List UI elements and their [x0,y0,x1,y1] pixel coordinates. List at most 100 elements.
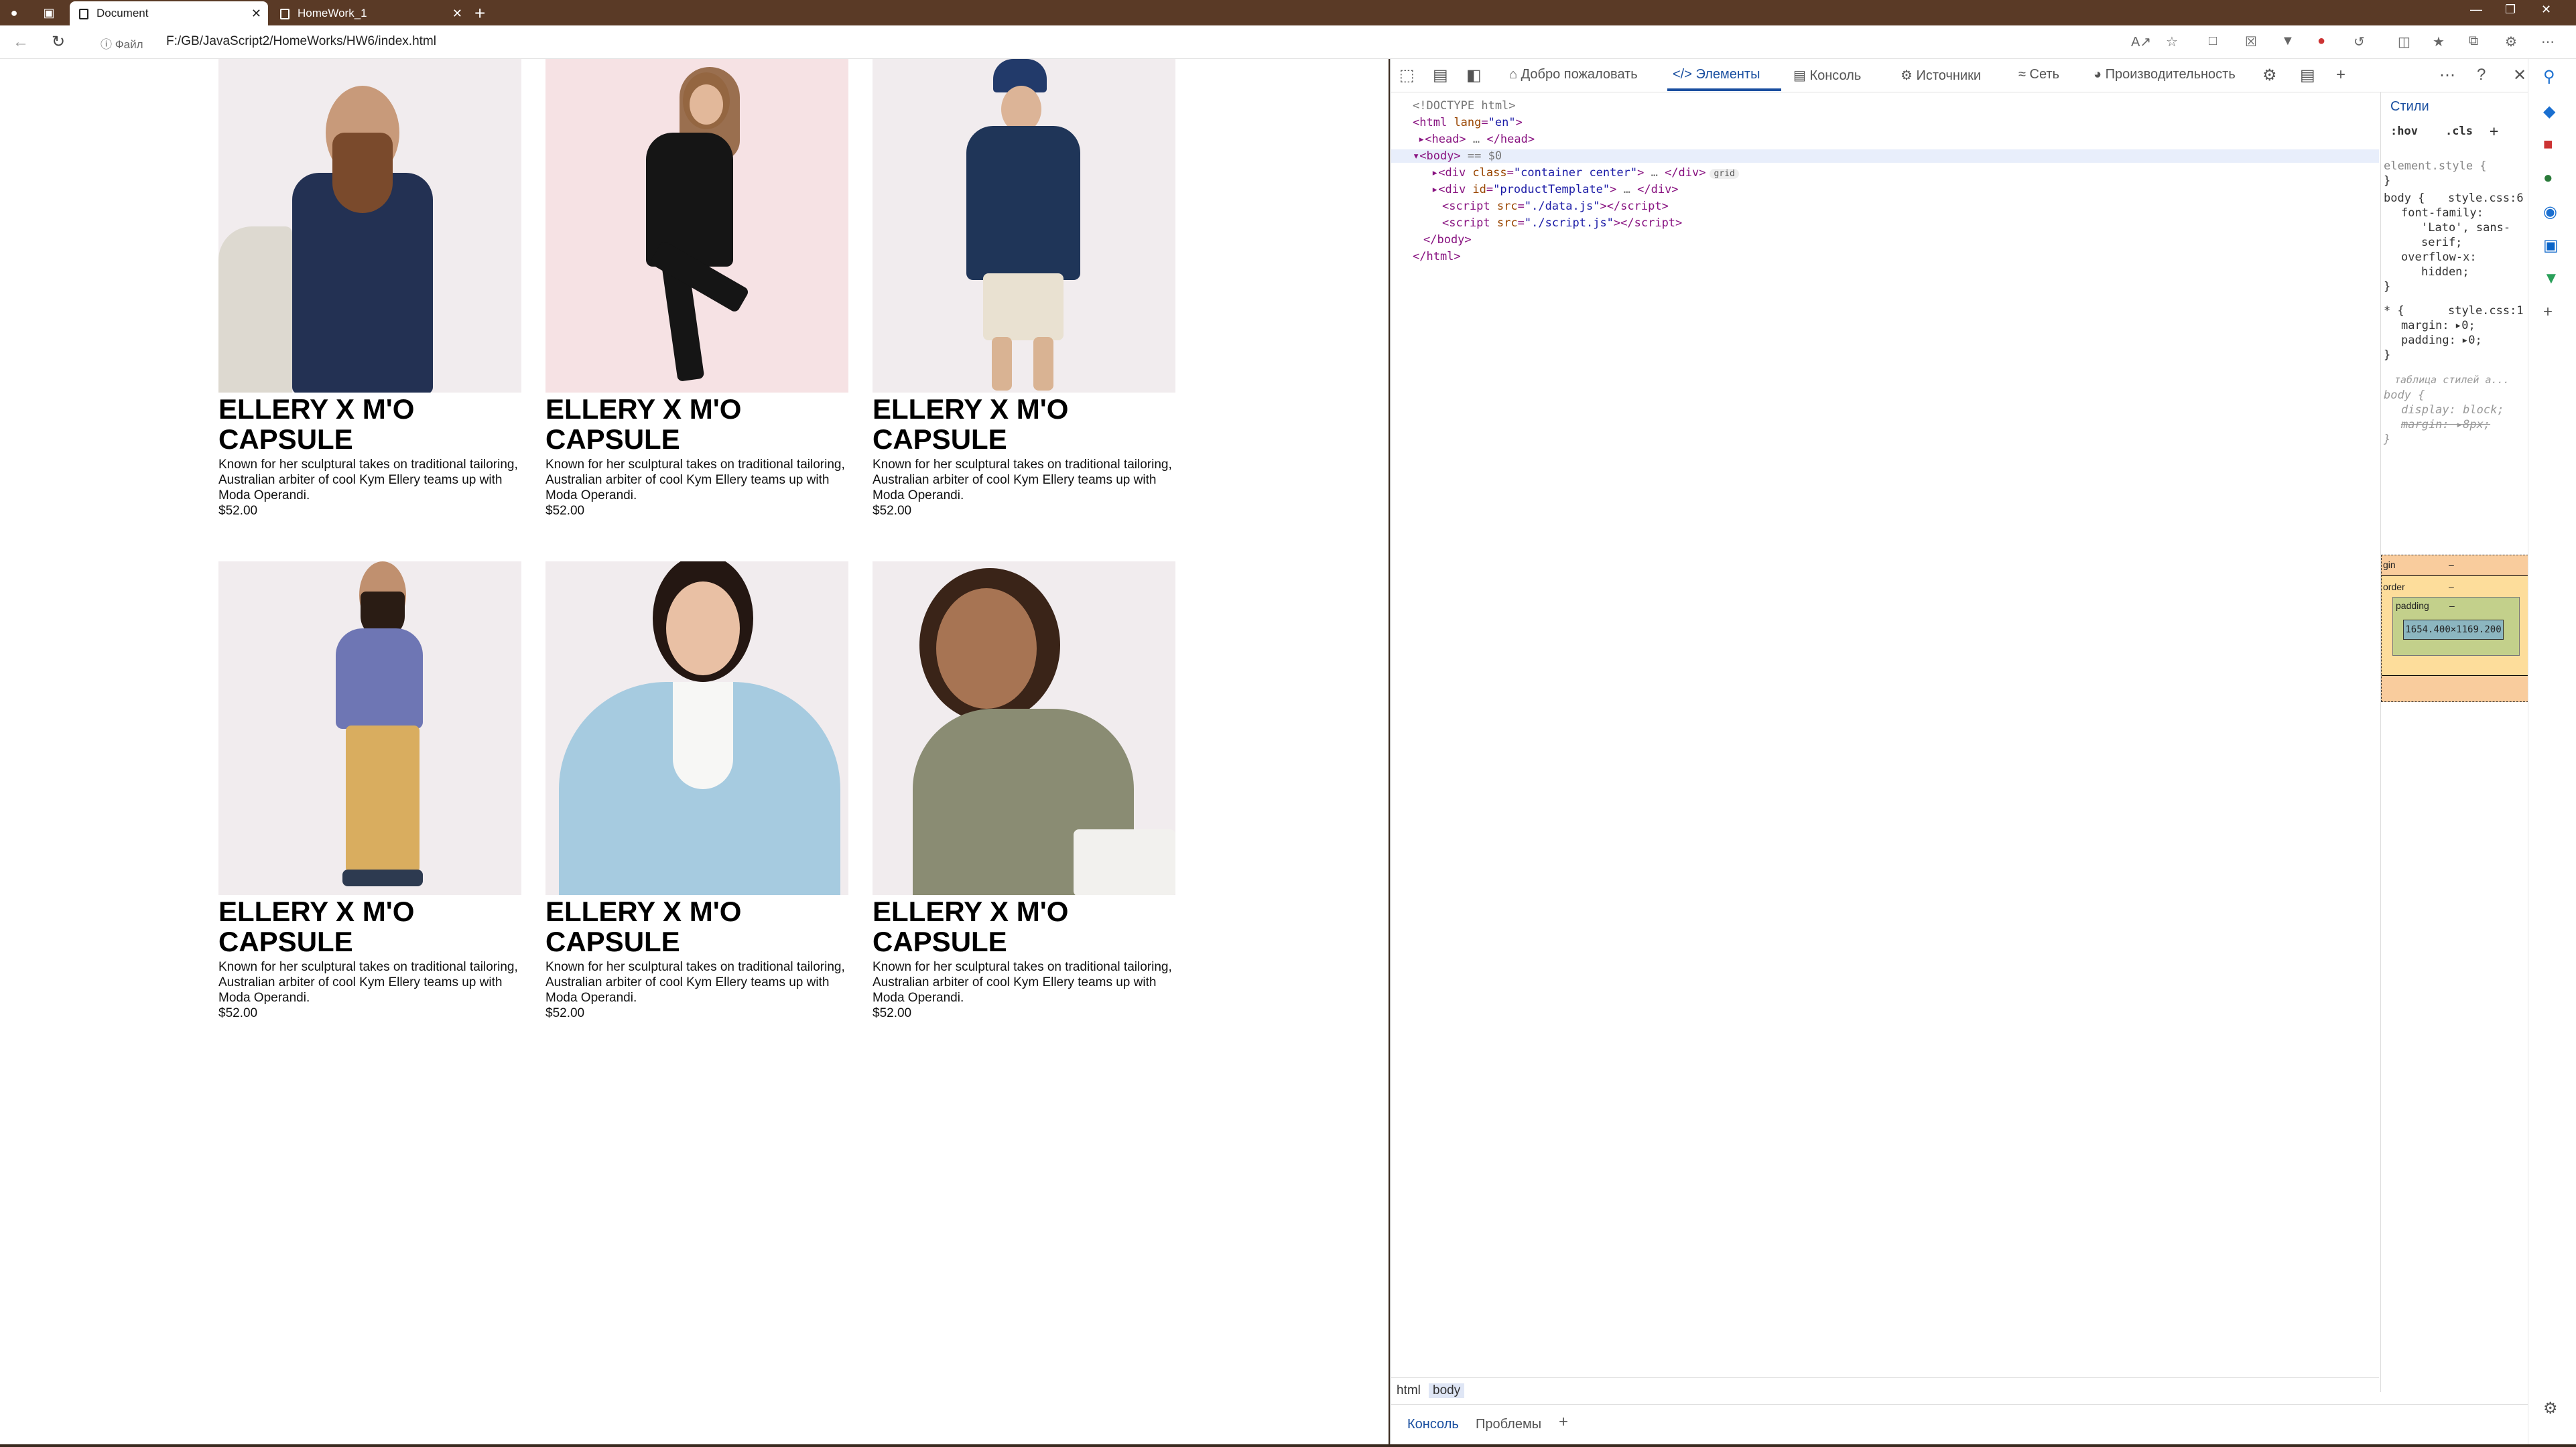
minimize-icon[interactable]: — [2470,3,2482,17]
styles-tab[interactable]: Стили [2390,99,2429,115]
window-icon[interactable]: ▤ [2300,66,2315,85]
product-card[interactable]: ELLERY X M'O CAPSULE Known for her sculp… [218,59,521,519]
tools-icon[interactable]: ■ [2543,135,2553,154]
dom-container-div[interactable]: ▸<div class="container center"> … </div>… [1431,166,1739,180]
performance-icon[interactable]: ⚙ [2505,33,2517,50]
tab-elements[interactable]: </> Элементы [1673,67,1760,82]
dom-script-data[interactable]: <script src="./data.js"></script> [1442,200,1669,213]
body-rule[interactable]: body { [2384,192,2425,205]
add-drawer-tab-icon[interactable]: + [1559,1413,1568,1432]
css-property[interactable]: margin: [2401,319,2449,332]
product-image[interactable] [545,561,848,895]
maximize-icon[interactable]: ❐ [2505,3,2516,17]
product-card[interactable]: ELLERY X M'O CAPSULE Known for her sculp… [218,561,521,1021]
dock-icon[interactable]: ◧ [1466,66,1482,85]
css-property[interactable]: padding: [2401,334,2456,347]
profile-icon[interactable]: ● [5,4,23,21]
ua-body-rule[interactable]: body { [2384,389,2425,402]
collections-icon[interactable]: ⧉ [2469,33,2478,49]
tab-welcome[interactable]: ⌂ Добро пожаловать [1509,67,1638,82]
customize-icon[interactable]: ⋯ [2439,66,2455,85]
tab-network[interactable]: ≈ Сеть [2018,67,2059,82]
product-image[interactable] [218,59,521,393]
product-image[interactable] [873,561,1175,895]
dom-script-main[interactable]: <script src="./script.js"></script> [1442,216,1682,230]
tab-sources[interactable]: ⚙ Источники [1901,67,1981,84]
product-image[interactable] [218,561,521,895]
css-value[interactable]: hidden; [2421,265,2469,279]
search-icon[interactable]: ⚲ [2543,67,2555,86]
extension-icon[interactable]: ▼ [2281,33,2295,49]
dom-body-close[interactable]: </body> [1423,233,1472,247]
stylesheet-link[interactable]: style.css:6 [2448,192,2524,205]
product-card[interactable]: ELLERY X M'O CAPSULE Known for her sculp… [873,561,1175,1021]
active-tab-indicator [1667,88,1781,91]
dom-head-node[interactable]: ▸<head> … </head> [1418,133,1535,146]
extension-icon[interactable]: □ [2209,33,2217,49]
tab-document[interactable]: Document ✕ [70,1,268,25]
more-tools-icon[interactable]: + [2336,66,2345,84]
help-icon[interactable]: ? [2477,66,2486,84]
drawer-tab-console[interactable]: Консоль [1407,1417,1459,1432]
css-value[interactable]: ▸0; [2455,319,2475,332]
dom-body-node[interactable]: ▾<body> == $0 [1391,149,2379,163]
split-screen-icon[interactable]: ◫ [2398,33,2410,50]
games-icon[interactable]: ● [2543,169,2553,188]
product-card[interactable]: ELLERY X M'O CAPSULE Known for her sculp… [873,59,1175,519]
extension-icon[interactable]: ● [2317,33,2325,49]
read-aloud-icon[interactable]: A↗ [2131,33,2151,50]
outlook-icon[interactable]: ▣ [2543,236,2559,255]
css-value[interactable]: serif; [2421,236,2462,249]
product-image[interactable] [873,59,1175,393]
product-card[interactable]: ELLERY X M'O CAPSULE Known for her sculp… [545,561,848,1021]
product-description: Known for her sculptural takes on tradit… [218,960,518,1005]
star-rule[interactable]: * { [2384,304,2404,318]
dom-doctype[interactable]: <!DOCTYPE html> [1413,99,1516,113]
sidebar-settings-icon[interactable]: ⚙ [2543,1399,2558,1418]
tab-homework[interactable]: HomeWork_1 ✕ [271,1,469,25]
new-tab-button[interactable]: + [474,3,485,24]
cls-toggle[interactable]: .cls [2445,125,2473,138]
reload-icon[interactable]: ↻ [48,32,68,52]
breadcrumb-html[interactable]: html [1397,1383,1421,1398]
device-emulation-icon[interactable]: ▤ [1433,66,1448,85]
favorite-icon[interactable]: ☆ [2166,33,2178,50]
dom-html-close[interactable]: </html> [1413,250,1461,263]
close-devtools-icon[interactable]: ✕ [2513,66,2526,85]
tag-icon[interactable]: ◆ [2543,102,2555,121]
settings-gear-icon[interactable]: ⚙ [2262,66,2277,85]
css-property[interactable]: font-family: [2401,206,2484,220]
css-value[interactable]: 'Lato', sans- [2421,221,2510,234]
favorites-icon[interactable]: ★ [2433,33,2445,50]
product-image[interactable] [545,59,848,393]
refresh-ext-icon[interactable]: ↺ [2354,33,2365,50]
drawer-tab-issues[interactable]: Проблемы [1476,1417,1541,1432]
url-input[interactable]: F:/GB/JavaScript2/HomeWorks/HW6/index.ht… [166,34,436,49]
file-indicator[interactable]: ⓘ Файл [101,35,143,52]
dom-html-node[interactable]: <html lang="en"> [1413,116,1523,129]
drop-icon[interactable]: ▼ [2543,269,2559,288]
close-window-icon[interactable]: ✕ [2541,3,2551,17]
close-icon[interactable]: ✕ [251,1,261,25]
tab-performance[interactable]: ◕ Производительность [2094,67,2236,82]
tab-actions-icon[interactable]: ▣ [40,4,58,21]
box-content-size[interactable]: 1654.400×1169.200 [2403,620,2504,640]
inspect-icon[interactable]: ⬚ [1399,66,1415,85]
grid-badge[interactable]: grid [1710,169,1739,179]
extension-icon[interactable]: ☒ [2245,33,2257,50]
breadcrumb-body[interactable]: body [1429,1383,1465,1398]
dom-template-div[interactable]: ▸<div id="productTemplate"> … </div> [1431,183,1679,196]
more-icon[interactable]: ⋯ [2541,33,2555,50]
element-style-rule[interactable]: element.style { [2384,159,2487,173]
css-property[interactable]: overflow-x: [2401,251,2477,264]
product-card[interactable]: ELLERY X M'O CAPSULE Known for her sculp… [545,59,848,519]
close-icon[interactable]: ✕ [452,1,462,25]
add-sidebar-icon[interactable]: + [2543,303,2553,322]
tab-console[interactable]: ▤ Консоль [1793,67,1861,84]
microsoft-365-icon[interactable]: ◉ [2543,202,2557,222]
hov-toggle[interactable]: :hov [2390,125,2418,138]
back-icon[interactable]: ← [11,32,31,52]
stylesheet-link[interactable]: style.css:1 [2448,304,2524,318]
css-value[interactable]: ▸0; [2461,334,2482,347]
new-rule-icon[interactable]: + [2490,123,2498,140]
